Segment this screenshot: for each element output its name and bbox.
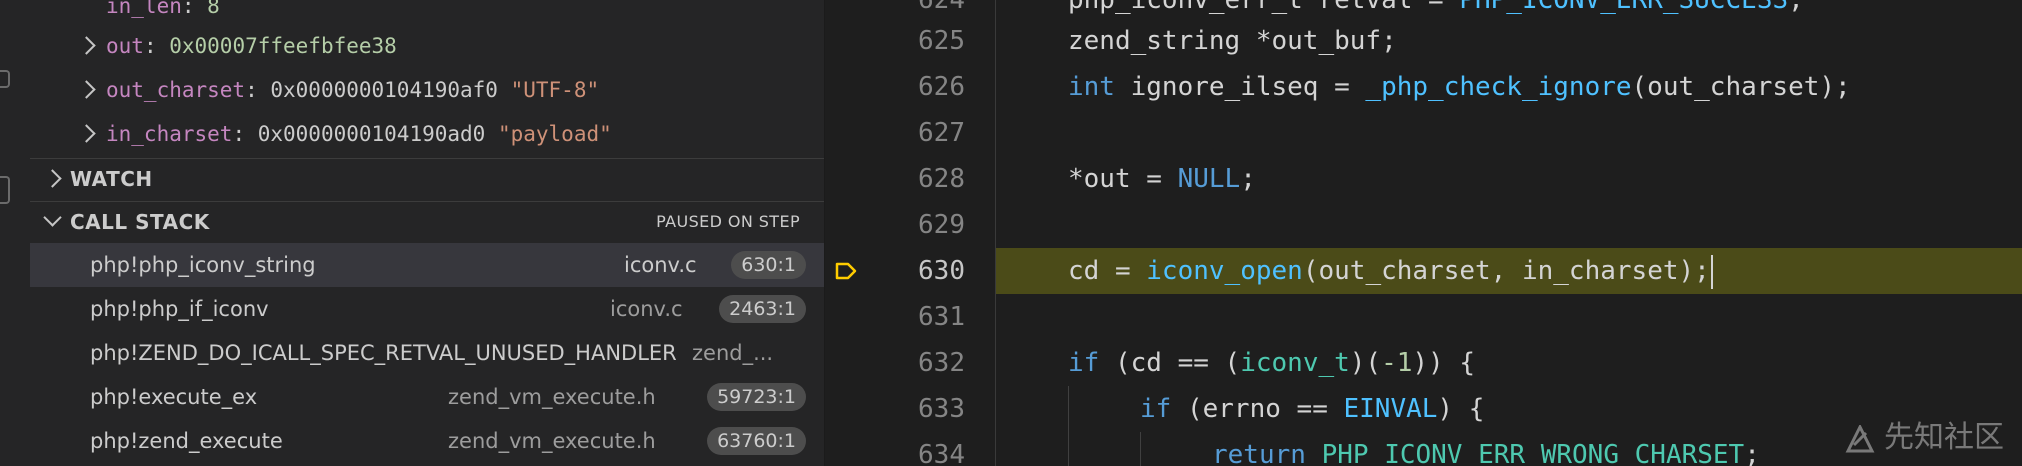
current-execution-line[interactable]: cd = iconv_open(out_charset, in_charset)… (996, 248, 2022, 294)
chevron-right-icon (43, 169, 62, 188)
activity-bar (0, 0, 30, 466)
stack-frame[interactable]: php!php_if_iconv iconv.c 2463:1 (30, 287, 824, 331)
text-cursor (1710, 254, 1713, 289)
debug-stackframe-arrow-icon (835, 262, 857, 280)
stack-frame-location-badge: 630:1 (731, 251, 806, 279)
line-number: 633 (918, 394, 965, 424)
call-stack-title: CALL STACK (70, 210, 210, 234)
line-number-current: 630 (918, 256, 965, 286)
code-line[interactable] (996, 202, 2022, 248)
chevron-right-icon[interactable] (77, 36, 96, 55)
chevron-down-icon (43, 208, 62, 227)
variable-name: in_len (106, 0, 182, 18)
line-number-gutter[interactable]: 624 625 626 627 628 629 630 631 632 633 … (825, 0, 995, 466)
variable-string: "UTF-8" (510, 78, 600, 102)
stack-frame[interactable]: php!execute_ex zend_vm_execute.h 59723:1 (30, 375, 824, 419)
line-number: 632 (918, 348, 965, 378)
stack-frame-file: zend_vm_execute.h (448, 385, 656, 409)
indent-guide (1140, 432, 1141, 466)
variable-value: 0x0000000104190af0 (270, 78, 498, 102)
stack-frame-file: zend_... (692, 341, 774, 365)
variable-value: 0x0000000104190ad0 (257, 122, 486, 146)
line-number: 627 (918, 118, 965, 148)
variable-name: in_charset (106, 122, 233, 146)
stack-frame[interactable]: php!ZEND_DO_ICALL_SPEC_RETVAL_UNUSED_HAN… (30, 331, 824, 375)
stack-frame-function: php!php_iconv_string (90, 253, 316, 277)
stack-frame-function: php!ZEND_DO_ICALL_SPEC_RETVAL_UNUSED_HAN… (90, 341, 677, 365)
chevron-right-icon[interactable] (77, 80, 96, 99)
stack-frame-function: php!zend_execute (90, 429, 283, 453)
line-number: 629 (918, 210, 965, 240)
line-number: 628 (918, 164, 965, 194)
code-area[interactable]: php_iconv_err_t retval = PHP_ICONV_ERR_S… (996, 0, 2022, 466)
code-line[interactable] (996, 110, 2022, 156)
stack-frame-location-badge: 2463:1 (719, 295, 806, 323)
variable-string: "payload" (497, 122, 612, 146)
stack-frame-file: iconv.c (624, 253, 697, 277)
stack-frame[interactable]: php!zend_execute zend_vm_execute.h 63760… (30, 419, 824, 463)
variable-row-out[interactable]: out: 0x00007ffeefbfee38 (30, 24, 824, 68)
stack-frame-file: zend_vm_execute.h (448, 429, 656, 453)
code-line[interactable]: if (cd == (iconv_t)(-1)) { (996, 340, 2022, 386)
line-number: 626 (918, 72, 965, 102)
activity-icon-partial[interactable] (0, 70, 10, 88)
variable-name: out (106, 34, 144, 58)
paused-status: PAUSED ON STEP (656, 212, 800, 231)
variable-row-in-charset[interactable]: in_charset: 0x0000000104190ad0 "payload" (30, 112, 824, 156)
call-stack-section-header[interactable]: CALL STACK PAUSED ON STEP (30, 201, 824, 242)
chevron-right-icon[interactable] (77, 124, 96, 143)
line-number: 631 (918, 302, 965, 332)
stack-frame-location-badge: 63760:1 (707, 427, 806, 455)
watch-section-header[interactable]: WATCH (30, 158, 824, 199)
activity-icon-partial[interactable] (0, 176, 10, 204)
stack-frame-file: iconv.c (610, 297, 683, 321)
code-line[interactable] (996, 294, 2022, 340)
variable-name: out_charset (106, 78, 246, 102)
code-line[interactable]: *out = NULL; (996, 156, 2022, 202)
indent-guide (1068, 386, 1069, 466)
variable-value: 0x00007ffeefbfee38 (169, 34, 397, 58)
line-number: 625 (918, 26, 965, 56)
stack-frame-function: php!php_if_iconv (90, 297, 269, 321)
stack-frame-location-badge: 59723:1 (707, 383, 806, 411)
watch-title: WATCH (70, 167, 153, 191)
code-line[interactable]: int ignore_ilseq = _php_check_ignore(out… (996, 64, 2022, 110)
watermark-text: 先知社区 (1884, 420, 2004, 455)
stack-frame[interactable]: php!php_iconv_string iconv.c 630:1 (30, 243, 824, 287)
watermark: 先知社区 (1844, 412, 2004, 456)
variable-value: 8 (207, 0, 220, 18)
code-editor[interactable]: 624 625 626 627 628 629 630 631 632 633 … (825, 0, 2022, 466)
xianzhi-logo-icon (1845, 424, 1875, 452)
line-number: 634 (918, 440, 965, 466)
stack-frame-function: php!execute_ex (90, 385, 258, 409)
code-line[interactable]: zend_string *out_buf; (996, 18, 2022, 64)
variable-row-out-charset[interactable]: out_charset: 0x0000000104190af0 "UTF-8" (30, 68, 824, 112)
debug-sidebar: in_len: 8 out: 0x00007ffeefbfee38 out_ch… (30, 0, 825, 466)
